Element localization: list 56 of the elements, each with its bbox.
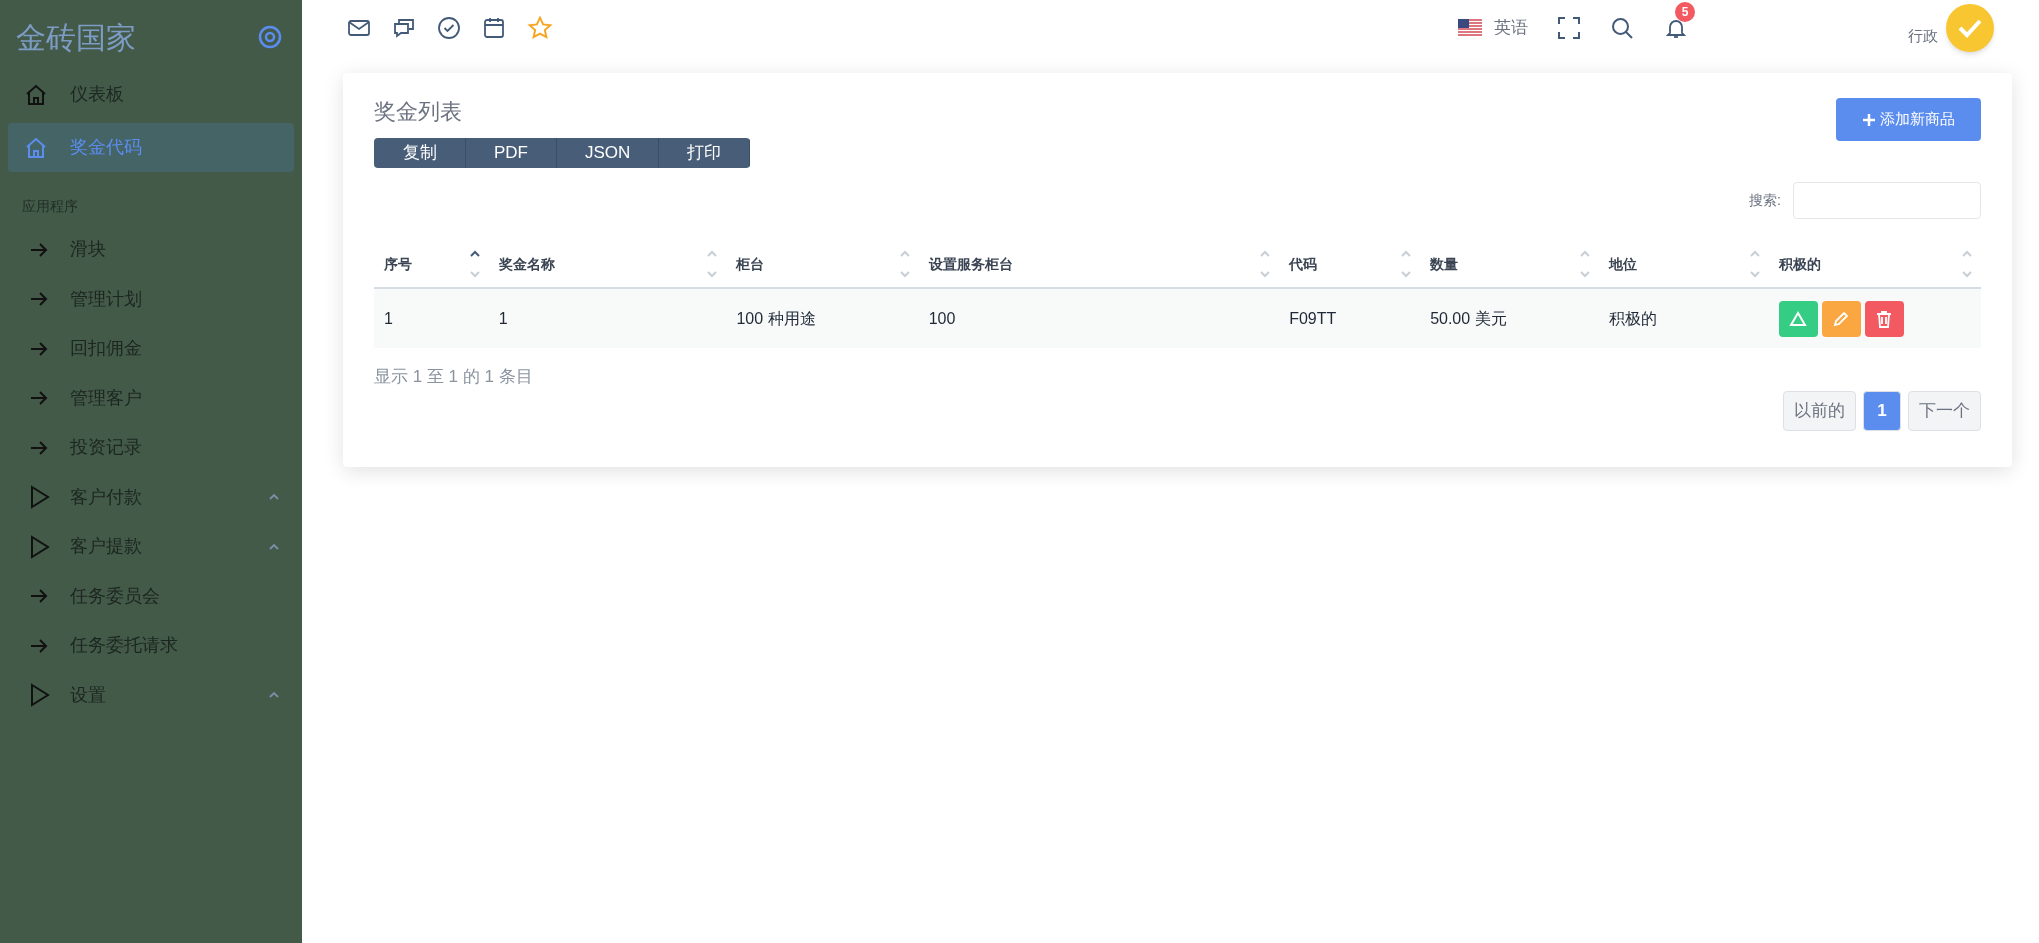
table-cell: 1 <box>374 288 489 348</box>
arrow-right-icon <box>30 637 48 654</box>
export-button[interactable]: 打印 <box>659 138 750 168</box>
arrow-right-icon <box>30 439 48 456</box>
column-header[interactable]: 设置服务柜台 <box>918 241 1280 288</box>
export-button[interactable]: 复制 <box>374 138 466 168</box>
plus-icon <box>1862 112 1876 127</box>
export-button[interactable]: PDF <box>466 138 557 168</box>
column-header[interactable]: 地位 <box>1599 241 1769 288</box>
table-cell: F09TT <box>1279 288 1421 348</box>
arrow-right-icon <box>30 340 48 357</box>
home-icon <box>24 82 48 107</box>
checkmark-icon <box>1957 18 1983 38</box>
table-cell: 100 种用途 <box>726 288 919 348</box>
card-title: 奖金列表 <box>374 98 463 126</box>
triangle-icon <box>1789 310 1807 327</box>
user-name[interactable]: 行政 <box>1908 24 1938 48</box>
export-button[interactable]: JSON <box>557 138 659 168</box>
column-header[interactable]: 代码 <box>1279 241 1421 288</box>
search-field[interactable] <box>1793 182 1981 219</box>
table-info: 显示 1 至 1 的 1 条目 <box>374 366 534 388</box>
chat-icon[interactable] <box>392 16 416 40</box>
check-circle-icon[interactable] <box>437 16 461 40</box>
search-icon[interactable] <box>1610 16 1634 40</box>
delete-button[interactable] <box>1864 300 1904 337</box>
arrow-right-icon <box>30 390 48 407</box>
previous-button[interactable]: 以前的 <box>1783 390 1856 431</box>
page-button[interactable]: 1 <box>1863 390 1901 431</box>
flag-icon[interactable] <box>1458 19 1482 37</box>
column-header[interactable]: 积极的 <box>1768 241 1981 288</box>
next-button[interactable]: 下一个 <box>1908 390 1981 431</box>
table-cell: 积极的 <box>1599 288 1769 348</box>
arrow-right-icon <box>30 588 48 605</box>
calendar-icon[interactable] <box>482 16 506 40</box>
triangle-icon <box>30 534 50 559</box>
triangle-icon <box>30 485 50 510</box>
brand-title: 金砖国家 <box>16 18 136 57</box>
table-cell: 100 <box>918 288 1280 348</box>
add-button[interactable]: 添加新商品 <box>1836 98 1981 141</box>
arrow-right-icon <box>30 241 48 258</box>
notification-badge: 5 <box>1675 2 1695 22</box>
column-header[interactable]: 奖金名称 <box>488 241 727 288</box>
table-cell: 50.00 美元 <box>1420 288 1600 348</box>
triangle-icon <box>30 683 50 708</box>
arrow-right-icon <box>30 291 48 308</box>
fullscreen-icon[interactable] <box>1558 17 1580 39</box>
search-label: 搜索: <box>1749 191 1781 210</box>
column-header[interactable]: 柜台 <box>726 241 919 288</box>
language-label[interactable]: 英语 <box>1494 15 1528 41</box>
home-icon <box>24 135 48 160</box>
star-icon[interactable] <box>527 15 553 41</box>
pencil-icon <box>1832 309 1850 328</box>
trash-icon <box>1876 309 1892 328</box>
table-cell: 1 <box>488 288 727 348</box>
column-header[interactable]: 数量 <box>1420 241 1600 288</box>
column-header[interactable]: 序号 <box>374 241 489 288</box>
